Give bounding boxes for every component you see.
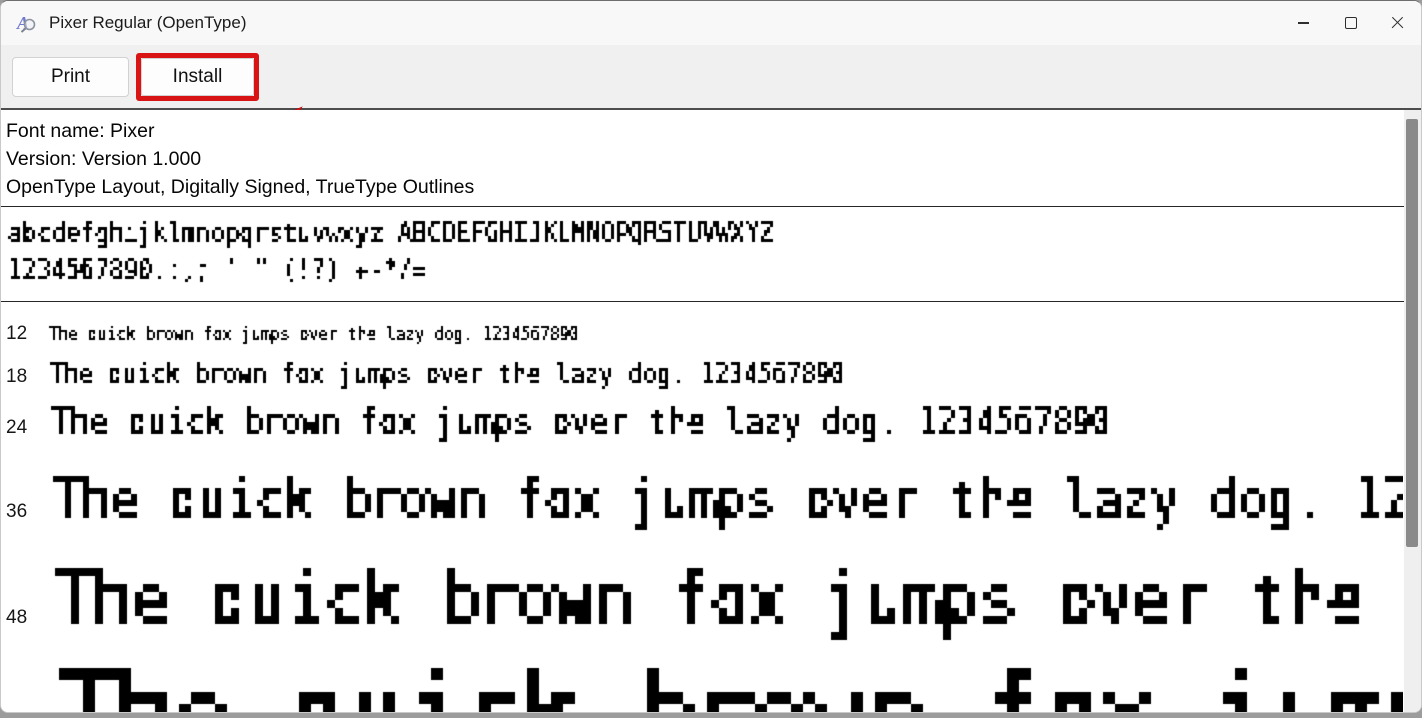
- maximize-icon: [1344, 17, 1357, 29]
- pixel-preview-canvas: [5, 252, 431, 288]
- maximize-button[interactable]: [1327, 1, 1374, 45]
- desktop: { "window": { "title": "Pixer Regular (O…: [0, 0, 1422, 718]
- close-button[interactable]: [1374, 1, 1421, 45]
- print-button[interactable]: Print: [12, 56, 129, 97]
- pixel-sample-text: [47, 356, 848, 392]
- install-button[interactable]: Install: [141, 57, 254, 96]
- size-sample-row-36: 36: [1, 446, 1421, 536]
- minimize-button[interactable]: [1280, 1, 1327, 45]
- size-sample-row-24: 24: [1, 392, 1421, 446]
- size-label: 48: [6, 607, 28, 628]
- size-label: 24: [6, 417, 28, 438]
- font-info-block: Font name: Pixer Version: Version 1.000 …: [1, 110, 1421, 201]
- size-label: 36: [6, 501, 28, 522]
- pixel-sample-text: [47, 644, 1403, 712]
- size-label: 18: [6, 366, 28, 387]
- pixel-sample-text: [47, 398, 1115, 446]
- annotation-highlight-box: Install: [136, 52, 259, 101]
- font-file-icon: A: [16, 13, 36, 33]
- font-preview-pane: Font name: Pixer Version: Version 1.000 …: [1, 110, 1421, 712]
- toolbar: Print Install: [1, 45, 1421, 138]
- size-rows: 12 18 24 36 48 60: [1, 302, 1421, 712]
- window-title: Pixer Regular (OpenType): [49, 13, 247, 32]
- size-sample-row-18: 18: [1, 346, 1421, 392]
- alphabet-line: [5, 215, 1421, 252]
- size-label: 12: [6, 323, 28, 344]
- vertical-scrollbar[interactable]: [1404, 110, 1421, 712]
- pixel-sample-text: [47, 552, 1403, 648]
- font-version-line: Version: Version 1.000: [6, 148, 202, 170]
- symbols-line: [5, 252, 1421, 289]
- pixel-sample-text: [47, 322, 581, 346]
- font-viewer-window: A Pixer Regular (OpenType) Print Install…: [0, 0, 1422, 713]
- pixel-preview-canvas: [5, 215, 779, 251]
- pixel-sample-text: [47, 464, 1403, 536]
- font-details-line: OpenType Layout, Digitally Signed, TrueT…: [6, 176, 475, 198]
- close-icon: [1391, 17, 1404, 30]
- font-name-line: Font name: Pixer: [6, 120, 155, 142]
- titlebar: A Pixer Regular (OpenType): [1, 1, 1421, 45]
- scrollbar-thumb[interactable]: [1406, 119, 1418, 547]
- size-sample-row-48: 48: [1, 536, 1421, 648]
- window-controls: [1280, 1, 1421, 45]
- minimize-icon: [1298, 22, 1309, 24]
- size-sample-row-60: 60: [1, 644, 1421, 712]
- alphabet-preview-block: [1, 207, 1421, 296]
- size-sample-row-12: 12: [1, 302, 1421, 346]
